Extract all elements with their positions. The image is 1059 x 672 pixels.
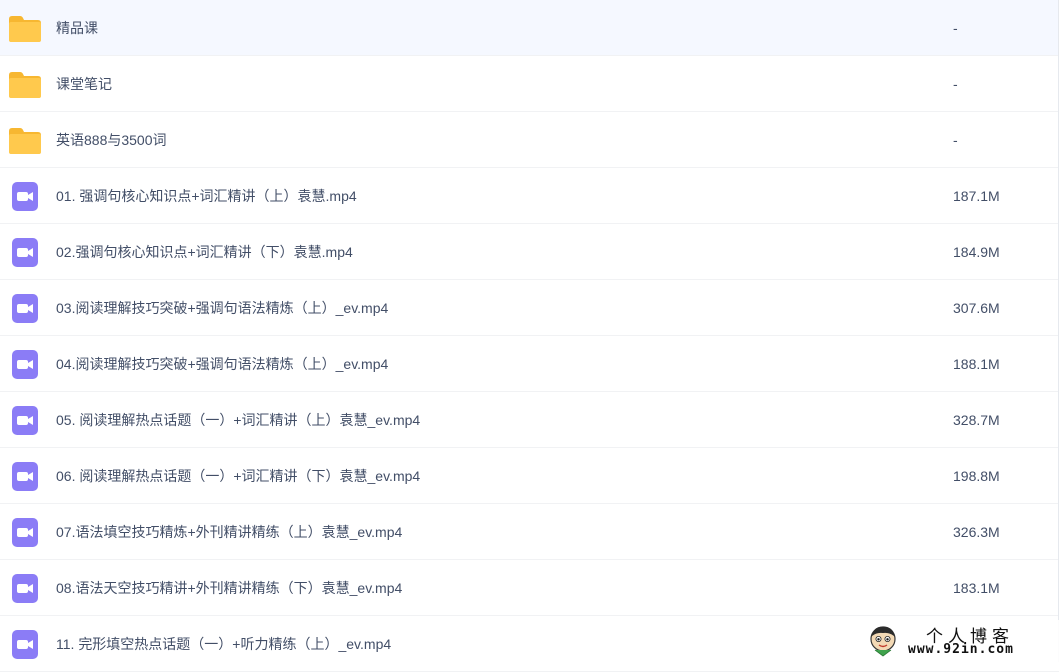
file-size: 198.8M [953, 468, 1000, 484]
video-file-icon [12, 574, 38, 603]
file-name: 精品课 [56, 20, 98, 36]
video-file-icon [12, 518, 38, 547]
file-size: 307.6M [953, 300, 1000, 316]
file-size: 184.9M [953, 244, 1000, 260]
file-size: - [953, 76, 958, 92]
list-item[interactable]: 03.阅读理解技巧突破+强调句语法精炼（上）_ev.mp4 307.6M [0, 280, 1059, 336]
cartoon-avatar-icon [870, 626, 896, 657]
file-name: 英语888与3500词 [56, 132, 167, 148]
list-item[interactable]: 07.语法填空技巧精炼+外刊精讲精练（上）袁慧_ev.mp4 326.3M [0, 504, 1059, 560]
file-size: - [953, 132, 958, 148]
file-name: 课堂笔记 [56, 76, 112, 92]
file-size: - [953, 20, 958, 36]
file-list: 精品课 - 课堂笔记 - 英语888与3500词 - 01. 强调句核心知识点+… [0, 0, 1059, 672]
file-name: 01. 强调句核心知识点+词汇精讲（上）袁慧.mp4 [56, 188, 357, 204]
folder-icon [9, 72, 41, 98]
video-file-icon [12, 350, 38, 379]
file-name: 02.强调句核心知识点+词汇精讲（下）袁慧.mp4 [56, 244, 353, 260]
file-name: 04.阅读理解技巧突破+强调句语法精炼（上）_ev.mp4 [56, 356, 389, 372]
file-name: 06. 阅读理解热点话题（一）+词汇精讲（下）袁慧_ev.mp4 [56, 468, 421, 484]
file-size: 326.3M [953, 524, 1000, 540]
list-item[interactable]: 课堂笔记 - [0, 56, 1059, 112]
list-item[interactable]: 精品课 - [0, 0, 1059, 56]
file-size: 183.1M [953, 580, 1000, 596]
list-item[interactable]: 02.强调句核心知识点+词汇精讲（下）袁慧.mp4 184.9M [0, 224, 1059, 280]
folder-icon [9, 16, 41, 42]
video-file-icon [12, 294, 38, 323]
file-size: 188.1M [953, 356, 1000, 372]
video-file-icon [12, 630, 38, 659]
file-name: 03.阅读理解技巧突破+强调句语法精炼（上）_ev.mp4 [56, 300, 389, 316]
file-size: 187.1M [953, 188, 1000, 204]
file-name: 08.语法天空技巧精讲+外刊精讲精练（下）袁慧_ev.mp4 [56, 580, 403, 596]
video-file-icon [12, 182, 38, 211]
video-file-icon [12, 406, 38, 435]
watermark: 个人博客 www.92in.com [866, 620, 1059, 662]
file-name: 11. 完形填空热点话题（一）+听力精练（上）_ev.mp4 [56, 636, 392, 652]
list-item[interactable]: 英语888与3500词 - [0, 112, 1059, 168]
file-name: 07.语法填空技巧精炼+外刊精讲精练（上）袁慧_ev.mp4 [56, 524, 403, 540]
video-file-icon [12, 238, 38, 267]
list-item[interactable]: 05. 阅读理解热点话题（一）+词汇精讲（上）袁慧_ev.mp4 328.7M [0, 392, 1059, 448]
video-file-icon [12, 462, 38, 491]
list-item[interactable]: 04.阅读理解技巧突破+强调句语法精炼（上）_ev.mp4 188.1M [0, 336, 1059, 392]
file-size: 328.7M [953, 412, 1000, 428]
list-item[interactable]: 08.语法天空技巧精讲+外刊精讲精练（下）袁慧_ev.mp4 183.1M [0, 560, 1059, 616]
list-item[interactable]: 01. 强调句核心知识点+词汇精讲（上）袁慧.mp4 187.1M [0, 168, 1059, 224]
list-item[interactable]: 06. 阅读理解热点话题（一）+词汇精讲（下）袁慧_ev.mp4 198.8M [0, 448, 1059, 504]
folder-icon [9, 128, 41, 154]
watermark-url: www.92in.com [908, 642, 1014, 657]
file-name: 05. 阅读理解热点话题（一）+词汇精讲（上）袁慧_ev.mp4 [56, 412, 421, 428]
